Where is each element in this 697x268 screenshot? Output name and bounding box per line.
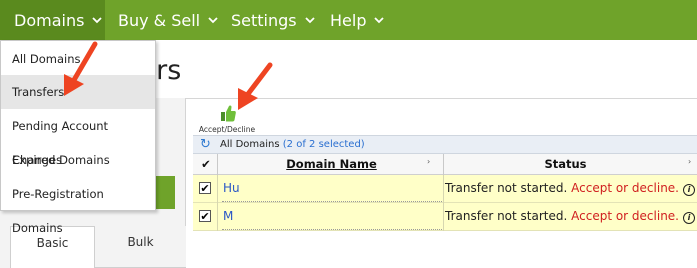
annotation-arrow-transfers — [64, 41, 98, 96]
annotation-arrow-accept — [238, 62, 273, 110]
annotation-arrows — [64, 41, 273, 110]
